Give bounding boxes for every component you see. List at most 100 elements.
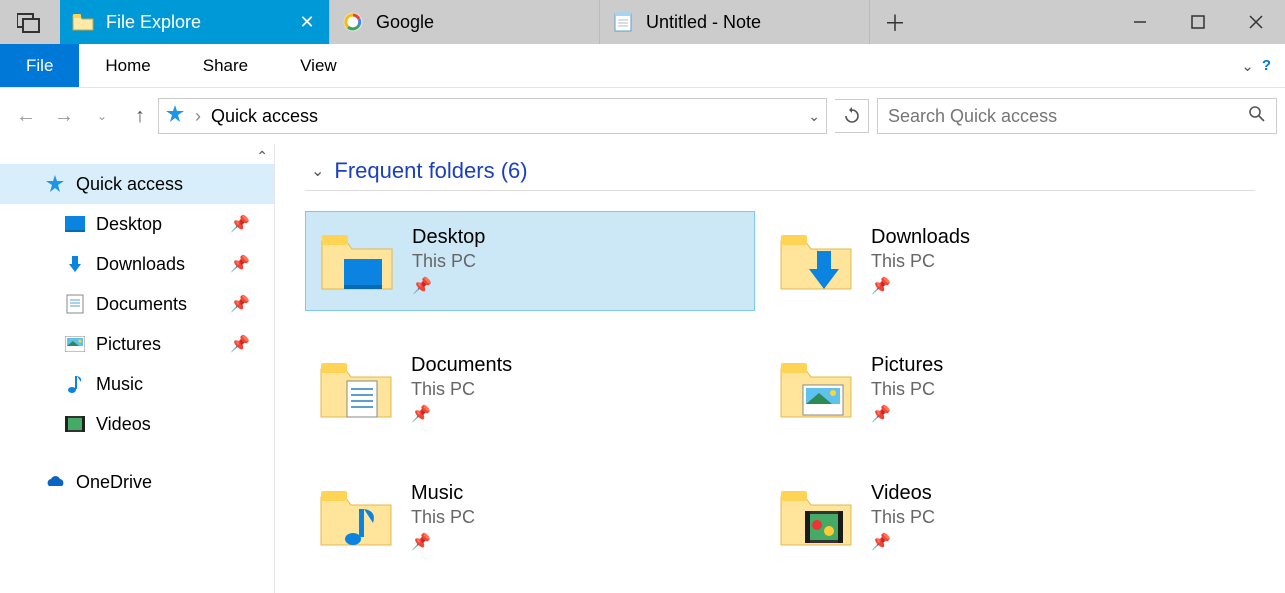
sidebar-item-videos[interactable]: Videos [0,404,274,444]
download-icon [64,253,86,275]
sidebar-item-label: OneDrive [76,472,152,493]
scroll-up-icon[interactable]: ⌃ [256,148,268,165]
pin-icon: 📌 [230,254,250,274]
sidebar-item-label: Desktop [96,214,162,235]
folder-name: Downloads [871,226,970,249]
folder-name: Music [411,482,475,505]
folder-large-icon [777,481,855,553]
tab-notepad[interactable]: Untitled - Note [600,0,870,44]
help-icon[interactable]: ? [1262,57,1271,74]
desktop-icon [64,213,86,235]
sidebar-item-documents[interactable]: Documents 📌 [0,284,274,324]
address-dropdown-icon[interactable]: ⌄ [808,108,820,125]
folder-music[interactable]: Music This PC 📌 [305,467,755,567]
sidebar-quick-access[interactable]: Quick access [0,164,274,204]
address-text: Quick access [211,106,798,127]
pin-icon: 📌 [871,404,943,424]
folder-name: Pictures [871,354,943,377]
folder-icon [72,11,94,33]
ribbon-expand[interactable]: ⌄ ? [1227,44,1285,87]
ribbon-home[interactable]: Home [79,44,176,87]
folder-videos[interactable]: Videos This PC 📌 [765,467,1215,567]
section-header[interactable]: ⌄ Frequent folders (6) [305,158,1255,191]
ribbon-menu: File Home Share View ⌄ ? [0,44,1285,88]
sidebar-item-desktop[interactable]: Desktop 📌 [0,204,274,244]
titlebar: File Explore ✕ Google Untitled - Note ＋ [0,0,1285,44]
section-title: Frequent folders (6) [334,158,527,184]
chevron-down-icon: ⌄ [1241,57,1254,75]
navigation-bar: ← → ⌄ ↑ › Quick access ⌄ [0,88,1285,144]
sidebar-item-label: Music [96,374,143,395]
music-icon [64,373,86,395]
up-button[interactable]: ↑ [130,105,150,128]
navigation-pane: ⌃ Quick access Desktop 📌 Downloads 📌 Doc… [0,144,275,593]
sidebar-item-music[interactable]: Music [0,364,274,404]
document-icon [64,293,86,315]
tab-google[interactable]: Google [330,0,600,44]
pictures-icon [64,333,86,355]
tab-label: Untitled - Note [646,12,857,33]
maximize-button[interactable] [1169,0,1227,44]
pin-icon: 📌 [411,404,512,424]
sidebar-onedrive[interactable]: OneDrive [0,462,274,502]
folder-location: This PC [871,251,970,272]
search-icon[interactable] [1248,105,1266,128]
videos-icon [64,413,86,435]
onedrive-icon [44,471,66,493]
content-pane: ⌄ Frequent folders (6) Desktop This PC 📌 [275,144,1285,593]
folder-large-icon [777,225,855,297]
folder-documents[interactable]: Documents This PC 📌 [305,339,755,439]
sidebar-item-label: Videos [96,414,151,435]
pin-icon: 📌 [411,532,475,552]
taskview-icon[interactable] [0,0,60,44]
folder-grid: Desktop This PC 📌 Downloads This PC 📌 [305,211,1255,567]
folder-desktop[interactable]: Desktop This PC 📌 [305,211,755,311]
folder-large-icon [317,481,395,553]
google-icon [342,11,364,33]
pin-icon: 📌 [871,276,970,296]
sidebar-item-label: Pictures [96,334,161,355]
search-input[interactable] [888,106,1240,127]
folder-location: This PC [412,251,485,272]
pin-icon: 📌 [230,294,250,314]
new-tab-button[interactable]: ＋ [870,0,920,44]
ribbon-view[interactable]: View [274,44,363,87]
folder-location: This PC [411,379,512,400]
tab-label: Google [376,12,587,33]
minimize-button[interactable] [1111,0,1169,44]
search-box[interactable] [877,98,1277,134]
back-button[interactable]: ← [16,105,36,128]
pin-icon: 📌 [412,276,485,296]
sidebar-item-downloads[interactable]: Downloads 📌 [0,244,274,284]
folder-large-icon [777,353,855,425]
folder-location: This PC [411,507,475,528]
pin-icon: 📌 [230,214,250,234]
quick-access-star-icon [165,104,185,129]
sidebar-item-label: Quick access [76,174,183,195]
folder-downloads[interactable]: Downloads This PC 📌 [765,211,1215,311]
window-controls [1111,0,1285,44]
ribbon-file-tab[interactable]: File [0,44,79,87]
pin-icon: 📌 [871,532,935,552]
close-button[interactable] [1227,0,1285,44]
refresh-button[interactable] [835,99,869,133]
folder-location: This PC [871,379,943,400]
chevron-down-icon: ⌄ [311,161,324,181]
tab-label: File Explore [106,12,285,33]
sidebar-item-pictures[interactable]: Pictures 📌 [0,324,274,364]
folder-pictures[interactable]: Pictures This PC 📌 [765,339,1215,439]
sidebar-item-label: Downloads [96,254,185,275]
folder-location: This PC [871,507,935,528]
sidebar-item-label: Documents [96,294,187,315]
notepad-icon [612,11,634,33]
folder-name: Videos [871,482,935,505]
pin-icon: 📌 [230,334,250,354]
breadcrumb-separator: › [195,106,201,127]
recent-dropdown[interactable]: ⌄ [92,109,112,123]
ribbon-share[interactable]: Share [177,44,274,87]
address-bar[interactable]: › Quick access ⌄ [158,98,827,134]
close-icon[interactable]: ✕ [297,12,317,33]
forward-button[interactable]: → [54,105,74,128]
folder-large-icon [318,225,396,297]
tab-file-explorer[interactable]: File Explore ✕ [60,0,330,44]
